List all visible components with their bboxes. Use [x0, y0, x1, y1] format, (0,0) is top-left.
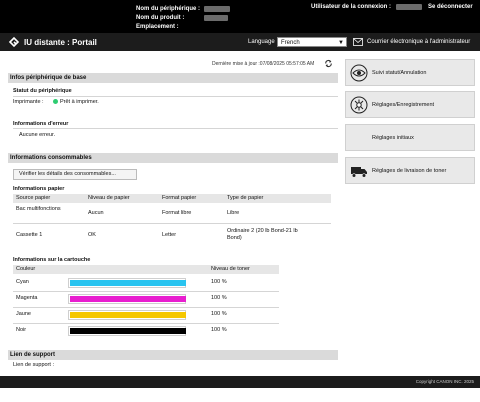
device-name-row: Nom du périphérique : [136, 4, 230, 13]
divider [13, 223, 331, 224]
paper-row-1-level: Aucun [88, 210, 104, 216]
eye-icon [350, 64, 368, 82]
canon-portal-logo-icon [8, 36, 20, 48]
paper-row-2-type: Ordinaire 2 (20 lb Bond-21 lb Bond) [227, 228, 298, 241]
page-title: IU distante : Portail [24, 38, 97, 47]
cartridge-name: Magenta [16, 295, 38, 301]
paper-col-format: Format papier [162, 195, 197, 201]
language-select-value: French [281, 40, 300, 46]
settings-registration-button[interactable]: Réglages/Enregistrement [345, 91, 475, 118]
toner-level-fill [70, 296, 186, 302]
login-user-label: Utilisateur de la connexion : [311, 4, 392, 10]
paper-row-1-format: Format libre [162, 210, 192, 216]
paper-row-1-source: Bac multifonctions [16, 206, 61, 212]
device-name-value-redacted [204, 5, 230, 12]
toner-level-fill [70, 312, 186, 318]
basic-info-heading: Infos périphérique de base [8, 73, 338, 83]
logout-link[interactable]: Se déconnecter [428, 4, 473, 10]
cartridge-name: Noir [16, 327, 27, 333]
settings-registration-label: Réglages/Enregistrement [372, 102, 435, 108]
paper-col-level: Niveau de papier [88, 195, 130, 201]
paper-row-1-type: Libre [227, 210, 240, 216]
verify-consumables-button[interactable]: Vérifier les détails des consommables... [13, 169, 137, 180]
login-user-value-redacted [396, 4, 423, 10]
toner-level-fill [70, 280, 186, 286]
error-info-value: Aucune erreur. [19, 132, 56, 138]
device-info: Nom du périphérique : Nom du produit : E… [136, 4, 230, 31]
product-name-label: Nom du produit : [136, 14, 185, 21]
product-name-value-redacted [204, 14, 228, 21]
top-header: Nom du périphérique : Nom du produit : E… [0, 0, 480, 33]
toner-delivery-button[interactable]: Réglages de livraison de toner [345, 157, 475, 184]
printer-status-text: Prêt à imprimer. [60, 99, 99, 105]
toner-level-fill [70, 328, 186, 334]
support-label: Lien de support : [13, 362, 54, 368]
toner-level-text: 100 % [211, 279, 227, 285]
toner-level-bar [68, 294, 186, 304]
paper-col-source: Source papier [16, 195, 51, 201]
mail-admin-link[interactable]: Courrier électronique à l'administrateur [367, 39, 470, 45]
cartridge-col-level: Niveau de toner [211, 266, 250, 272]
toner-level-text: 100 % [211, 311, 227, 317]
mail-icon[interactable] [353, 38, 363, 46]
portal-bar: IU distante : Portail Language French ▼ … [0, 33, 480, 51]
consumables-heading: Informations consommables [8, 153, 338, 163]
cartridge-name: Cyan [16, 279, 29, 285]
device-status-heading: Statut du périphérique [13, 88, 72, 94]
cartridge-col-color: Couleur [16, 266, 36, 272]
error-info-heading: Informations d'erreur [13, 121, 69, 127]
toner-level-bar [68, 278, 186, 288]
toner-level-text: 100 % [211, 327, 227, 333]
toner-level-text: 100 % [211, 295, 227, 301]
support-heading: Lien de support [8, 350, 338, 360]
location-row: Emplacement : [136, 22, 230, 31]
device-name-label: Nom du périphérique : [136, 5, 201, 12]
location-label: Emplacement : [136, 23, 179, 30]
divider [13, 307, 279, 308]
paper-row-2-format: Letter [162, 232, 177, 238]
toner-level-bar [68, 326, 186, 336]
login-user: Utilisateur de la connexion : [311, 4, 428, 10]
paper-row-2-level: OK [88, 232, 96, 238]
cartridge-name: Jaune [16, 311, 31, 317]
paper-info-heading: Informations papier [13, 186, 65, 192]
last-update-text: Dernière mise à jour :07/08/2025 05:57:0… [212, 61, 315, 67]
language-label: Language [248, 39, 275, 45]
paper-col-type: Type de papier [227, 195, 264, 201]
status-ok-icon [53, 99, 58, 105]
initial-settings-label: Réglages initiaux [372, 135, 414, 141]
printer-label: Imprimante : [13, 99, 44, 105]
chevron-down-icon: ▼ [338, 40, 344, 46]
status-monitor-button[interactable]: Suivi statut/Annulation [345, 59, 475, 86]
refresh-icon[interactable] [324, 59, 333, 68]
printer-status: Prêt à imprimer. [53, 99, 99, 105]
language-select[interactable]: French ▼ [277, 37, 347, 47]
toner-delivery-label: Réglages de livraison de toner [372, 168, 447, 174]
product-name-row: Nom du produit : [136, 13, 230, 22]
divider [13, 323, 279, 324]
divider [13, 96, 338, 97]
footer: Copyright CANON INC. 2025 [0, 376, 480, 388]
cartridge-info-heading: Informations sur la cartouche [13, 257, 91, 263]
delivery-truck-icon [351, 167, 367, 178]
copyright-text: Copyright CANON INC. 2025 [415, 379, 474, 384]
initial-settings-button[interactable]: Réglages initiaux [345, 124, 475, 151]
divider [13, 128, 338, 129]
toner-level-bar [68, 310, 186, 320]
paper-row-2-source: Cassette 1 [16, 232, 43, 238]
divider [13, 291, 279, 292]
settings-icon [350, 96, 368, 114]
status-monitor-label: Suivi statut/Annulation [372, 70, 427, 76]
